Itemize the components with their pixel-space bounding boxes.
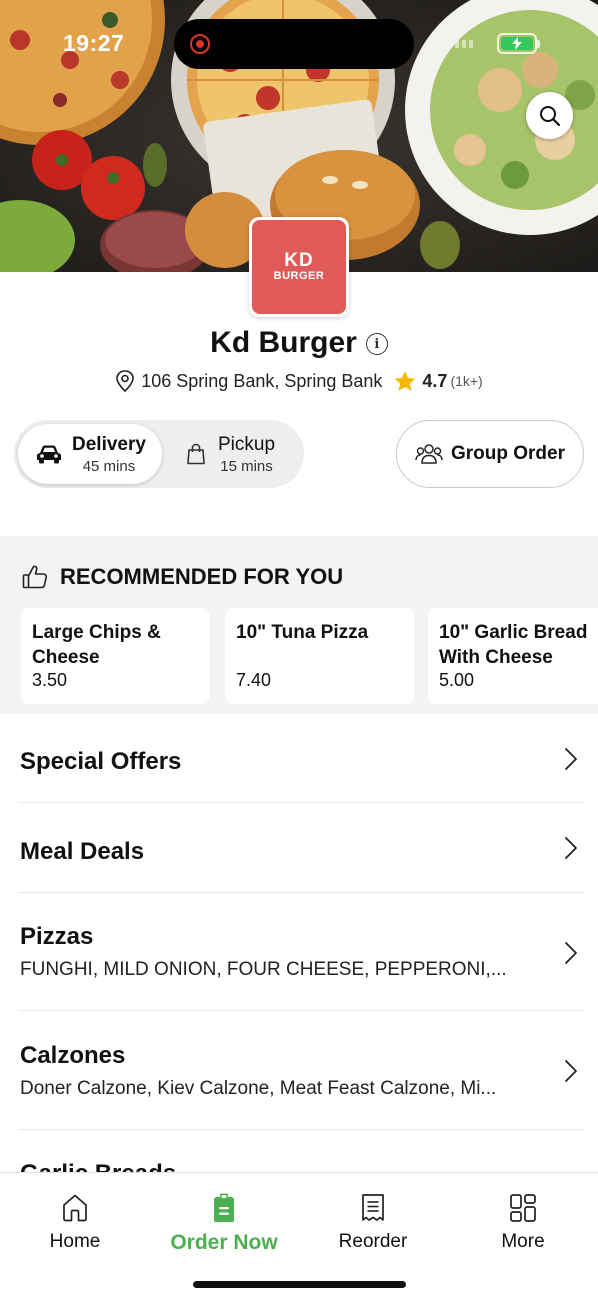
recommended-item-name: 10" Tuna Pizza	[236, 622, 369, 643]
recommended-item-price: 7.40	[236, 670, 272, 690]
group-order-button[interactable]: Group Order	[396, 420, 584, 488]
logo-text-burger: BURGER	[273, 270, 325, 282]
recommended-header: RECOMMENDED FOR YOU	[22, 564, 343, 590]
recording-indicator-icon	[190, 34, 210, 54]
thumbs-up-icon	[22, 565, 48, 589]
grid-icon	[510, 1194, 536, 1222]
signal-icon	[455, 40, 473, 48]
rating-value: 4.7	[422, 370, 448, 391]
delivery-option[interactable]: Delivery 45 mins	[18, 424, 162, 484]
recommended-item-price: 3.50	[32, 670, 68, 690]
category-name: Special Offers	[20, 748, 182, 775]
nav-home[interactable]: Home	[15, 1193, 135, 1253]
order-icon	[214, 1193, 234, 1222]
restaurant-logo: KD BURGER	[249, 217, 349, 317]
order-mode-toggle: Delivery 45 mins Pickup 15 mins	[14, 420, 304, 488]
chevron-right-icon	[565, 1060, 577, 1082]
nav-reorder-label: Reorder	[338, 1231, 408, 1252]
recommended-section: RECOMMENDED FOR YOU Large Chips & Cheese…	[0, 536, 598, 714]
logo-text-kd: KD	[284, 250, 314, 271]
star-icon	[394, 370, 416, 391]
category-description: FUNGHI, MILD ONION, FOUR CHEESE, PEPPERO…	[20, 959, 507, 980]
pickup-time: 15 mins	[220, 457, 273, 475]
recommended-item-name: Large Chips & Cheese	[32, 622, 161, 668]
restaurant-address: 106 Spring Bank, Spring Bank	[141, 370, 383, 391]
dynamic-island	[174, 19, 414, 69]
search-button[interactable]	[526, 92, 573, 139]
recommended-item-price: 5.00	[439, 670, 475, 690]
receipt-icon	[362, 1194, 384, 1221]
battery-icon	[497, 33, 540, 54]
shopping-bag-icon	[187, 443, 205, 465]
nav-home-label: Home	[49, 1231, 101, 1252]
car-icon	[37, 445, 61, 464]
chevron-right-icon	[565, 837, 577, 859]
delivery-time: 45 mins	[82, 457, 136, 475]
restaurant-address-row: 106 Spring Bank, Spring Bank 4.7 (1k+)	[0, 370, 598, 392]
chevron-right-icon	[565, 942, 577, 964]
category-row[interactable]: Special Offers	[18, 714, 584, 803]
search-icon	[539, 105, 560, 126]
category-name: Pizzas	[20, 923, 94, 950]
group-order-label: Group Order	[450, 443, 565, 464]
nav-reorder[interactable]: Reorder	[313, 1193, 433, 1253]
category-row[interactable]: Calzones Doner Calzone, Kiev Calzone, Me…	[18, 1011, 584, 1130]
info-icon[interactable]: i	[365, 333, 388, 355]
delivery-label: Delivery	[72, 433, 146, 455]
pickup-option[interactable]: Pickup 15 mins	[160, 424, 304, 484]
nav-order-now-label: Order Now	[170, 1231, 278, 1254]
pickup-label: Pickup	[218, 433, 276, 455]
home-icon	[63, 1194, 87, 1222]
home-indicator	[193, 1281, 406, 1288]
nav-order-now[interactable]: Order Now	[164, 1193, 284, 1255]
recommended-card[interactable]: 10" Tuna Pizza 7.40	[225, 608, 414, 704]
recommended-item-name: 10" Garlic Bread With Cheese	[439, 622, 588, 668]
status-time: 19:27	[63, 30, 125, 56]
chevron-right-icon	[565, 748, 577, 770]
category-row[interactable]: Meal Deals	[18, 803, 584, 893]
category-description: Doner Calzone, Kiev Calzone, Meat Feast …	[20, 1078, 497, 1099]
rating-count: (1k+)	[450, 373, 483, 389]
nav-more[interactable]: More	[463, 1193, 583, 1253]
category-name: Meal Deals	[20, 838, 145, 865]
category-row[interactable]: Pizzas FUNGHI, MILD ONION, FOUR CHEESE, …	[18, 893, 584, 1011]
group-users-icon	[415, 444, 443, 464]
location-pin-icon	[116, 370, 135, 392]
restaurant-title-row: Kd Burger i	[0, 326, 598, 360]
recommended-card[interactable]: 10" Garlic Bread With Cheese 5.00	[428, 608, 598, 704]
recommended-card[interactable]: Large Chips & Cheese 3.50	[21, 608, 210, 704]
restaurant-name: Kd Burger	[210, 326, 357, 359]
nav-more-label: More	[501, 1231, 545, 1252]
recommended-title: RECOMMENDED FOR YOU	[60, 564, 344, 589]
category-name: Calzones	[20, 1042, 126, 1069]
